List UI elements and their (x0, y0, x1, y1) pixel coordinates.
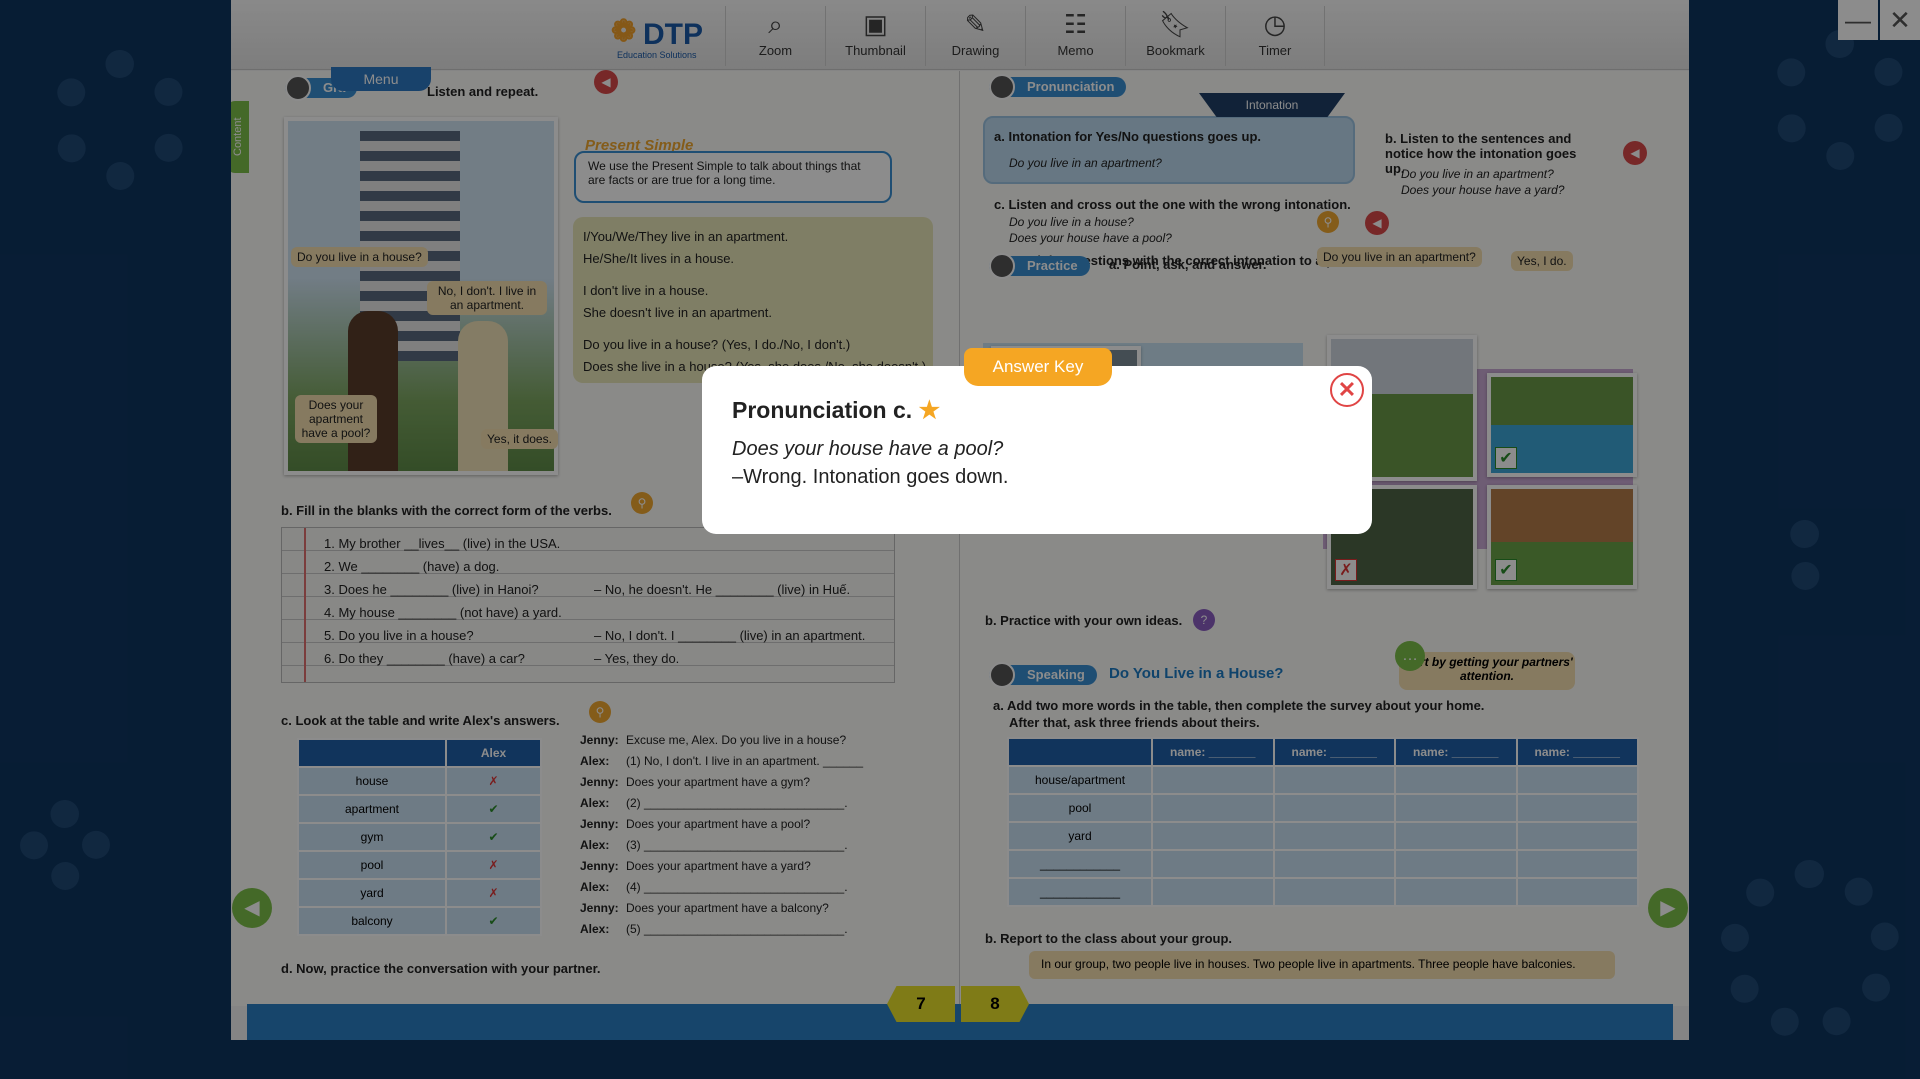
close-icon: ✕ (1337, 377, 1357, 402)
answer-key-title-text: Pronunciation c. (732, 397, 913, 423)
answer-key-tab: Answer Key (964, 348, 1112, 386)
answer-key-answer: –Wrong. Intonation goes down. (732, 466, 1009, 488)
answer-key-dialog: Pronunciation c. ★ Does your house have … (702, 366, 1372, 534)
close-answer-button[interactable]: ✕ (1330, 373, 1364, 407)
modal-overlay[interactable] (0, 0, 1920, 1079)
answer-key-tab-label: Answer Key (992, 357, 1084, 376)
star-icon: ★ (918, 397, 941, 424)
answer-key-title: Pronunciation c. ★ (732, 396, 940, 425)
answer-key-question: Does your house have a pool? (732, 438, 1004, 460)
